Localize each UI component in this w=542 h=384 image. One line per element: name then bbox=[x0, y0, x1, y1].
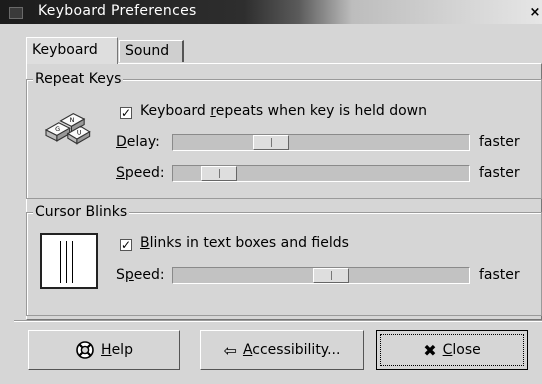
help-button-label: Help bbox=[101, 342, 133, 358]
blink-speed-label: Speed: bbox=[116, 267, 165, 283]
svg-text:U: U bbox=[77, 130, 82, 137]
help-lifebuoy-icon bbox=[76, 341, 94, 359]
repeat-speed-label: Speed: bbox=[116, 165, 165, 181]
svg-text:N: N bbox=[70, 117, 75, 124]
accessibility-icon: ⇦ bbox=[223, 340, 237, 360]
window-menu-icon[interactable] bbox=[9, 7, 23, 19]
keyboard-repeat-label[interactable]: Keyboard repeats when key is held down bbox=[140, 103, 427, 119]
delay-slider[interactable] bbox=[172, 134, 470, 151]
cursor-blinks-frame: Cursor Blinks bbox=[26, 203, 542, 316]
blink-speed-faster-label: faster bbox=[479, 267, 520, 283]
delay-slider-thumb[interactable] bbox=[253, 135, 289, 150]
cursor-blinks-checkbox[interactable]: ✓ bbox=[120, 239, 132, 251]
window-titlebar[interactable]: Keyboard Preferences × bbox=[0, 0, 542, 24]
repeat-speed-slider[interactable] bbox=[172, 165, 470, 182]
accessibility-button[interactable]: ⇦ Accessibility... bbox=[200, 330, 364, 370]
close-button[interactable]: ✖ Close bbox=[376, 330, 528, 370]
window-title: Keyboard Preferences bbox=[38, 3, 197, 19]
accessibility-button-label: Accessibility... bbox=[242, 342, 341, 358]
button-area-separator bbox=[14, 320, 542, 322]
blink-speed-slider[interactable] bbox=[172, 267, 470, 284]
blink-speed-slider-thumb[interactable] bbox=[313, 268, 349, 283]
cursor-blinks-label[interactable]: Blinks in text boxes and fields bbox=[140, 235, 349, 251]
repeat-keys-frame-label: Repeat Keys bbox=[33, 70, 124, 88]
delay-faster-label: faster bbox=[479, 134, 520, 150]
cursor-preview-icon bbox=[40, 233, 98, 289]
window-close-icon[interactable]: × bbox=[528, 6, 542, 19]
delay-label: Delay: bbox=[116, 134, 160, 150]
svg-text:G: G bbox=[55, 126, 60, 133]
keyboard-keys-icon: G N U bbox=[44, 113, 91, 145]
repeat-speed-faster-label: faster bbox=[479, 165, 520, 181]
cursor-blinks-frame-label: Cursor Blinks bbox=[33, 203, 130, 221]
tab-sound[interactable]: Sound bbox=[119, 40, 184, 62]
dialog-body: Keyboard Sound Repeat Keys G N U ✓ Keybo… bbox=[14, 24, 542, 384]
tab-keyboard-label: Keyboard bbox=[32, 42, 98, 58]
tab-keyboard[interactable]: Keyboard bbox=[26, 37, 118, 64]
keyboard-repeat-checkbox[interactable]: ✓ bbox=[120, 107, 132, 119]
help-button[interactable]: Help bbox=[28, 330, 180, 370]
repeat-speed-slider-thumb[interactable] bbox=[201, 166, 237, 181]
tab-sound-label: Sound bbox=[125, 43, 170, 59]
